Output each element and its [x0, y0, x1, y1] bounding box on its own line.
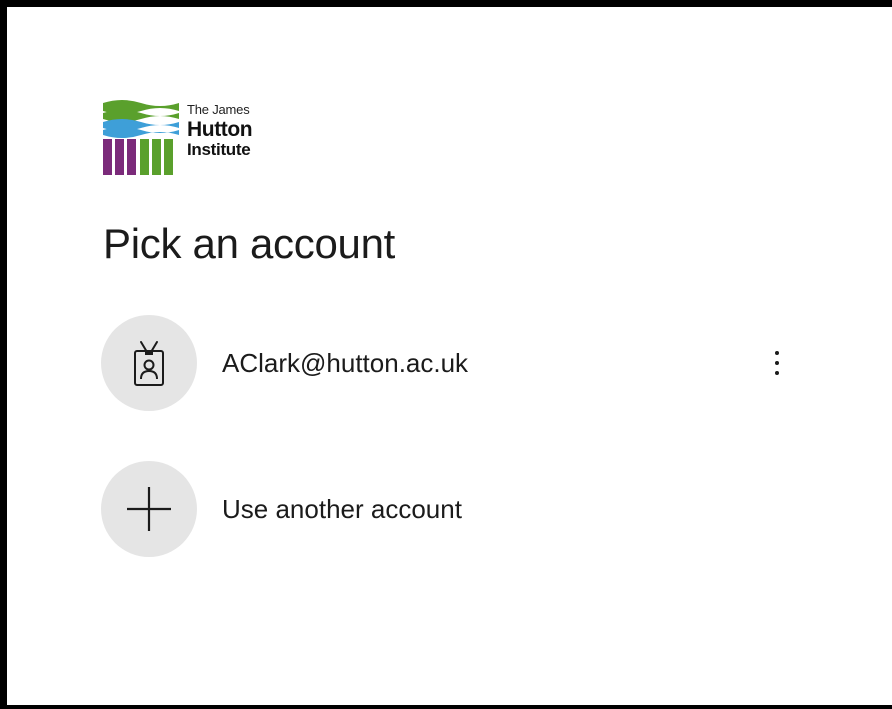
org-name: The James Hutton Institute — [187, 102, 253, 159]
hutton-logo-icon — [103, 100, 179, 175]
org-logo: The James Hutton Institute — [103, 99, 253, 175]
org-name-line2: Hutton — [187, 118, 253, 141]
account-email: AClark@hutton.ac.uk — [222, 347, 469, 378]
use-another-account-button[interactable]: Use another account — [101, 461, 821, 557]
account-tile[interactable]: AClark@hutton.ac.uk — [101, 315, 821, 411]
avatar — [101, 315, 197, 411]
org-name-line1: The James — [187, 102, 250, 117]
avatar — [101, 461, 197, 557]
page-title: Pick an account — [103, 220, 396, 267]
use-another-account-label: Use another account — [222, 493, 462, 524]
sign-in-dialog: The James Hutton Institute Pick an accou… — [0, 0, 892, 709]
plus-icon — [127, 487, 171, 531]
badge-person-icon — [134, 341, 164, 386]
org-name-line3: Institute — [187, 140, 251, 159]
more-options-icon[interactable] — [761, 339, 793, 387]
